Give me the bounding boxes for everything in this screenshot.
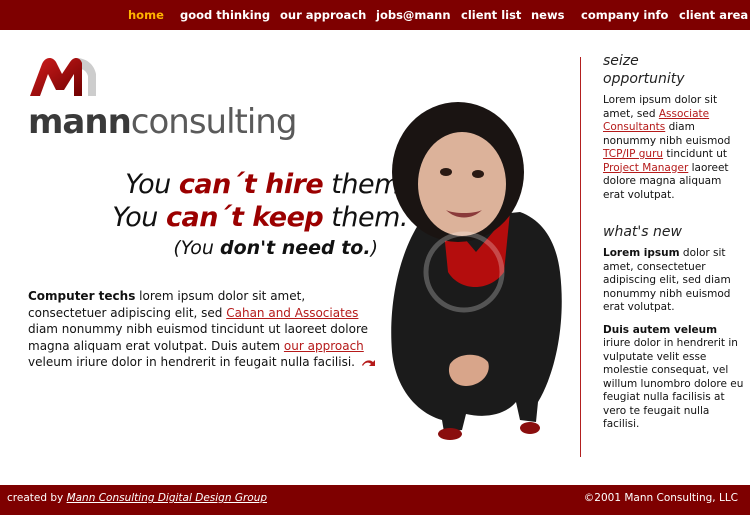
project-manager-link[interactable]: Project Manager [603,162,688,174]
cahan-associates-link[interactable]: Cahan and Associates [226,306,358,320]
headline: You can´t hire them. You can´t keep them… [112,169,408,259]
logo-wordmark: mannconsulting [28,102,297,142]
headline-emphasis: can´t hire [178,169,324,200]
seize-opportunity-text: Lorem ipsum dolor sit amet, sed Associat… [603,94,731,201]
seize-opportunity-title: seize opportunity [603,53,685,87]
copyright: ©2001 Mann Consulting, LLC [583,492,738,504]
design-group-link[interactable]: Mann Consulting Digital Design Group [67,492,267,504]
company-logo[interactable]: mannconsulting [28,54,308,144]
nav-jobs[interactable]: jobs@mann [376,8,451,22]
whats-new-title: what's new [603,224,682,240]
footer: created by Mann Consulting Digital Desig… [0,485,750,515]
sidebar: seize opportunity Lorem ipsum dolor sit a… [603,52,745,441]
nav-company-info[interactable]: company info [581,8,668,22]
top-nav: home good thinking our approach jobs@man… [0,0,750,30]
headline-emphasis: can´t keep [166,202,324,233]
intro-paragraph: Computer techs lorem ipsum dolor sit ame… [28,288,378,371]
nav-good-thinking[interactable]: good thinking [180,8,270,22]
nav-news[interactable]: news [531,8,564,22]
sidebar-divider [580,57,581,457]
consultant-photo [391,102,562,440]
arrow-icon[interactable] [361,359,376,367]
our-approach-link[interactable]: our approach [284,339,364,353]
logo-mark-icon [30,57,96,96]
tcpip-guru-link[interactable]: TCP/IP guru [603,148,663,160]
nav-our-approach[interactable]: our approach [280,8,366,22]
nav-home[interactable]: home [128,8,164,22]
news-item: Duis autem veleum iriure dolor in hendre… [603,323,744,431]
news-item: Lorem ipsum dolor sit amet, consectetuer… [603,247,731,313]
nav-client-list[interactable]: client list [461,8,521,22]
nav-client-area[interactable]: client area [679,8,748,22]
